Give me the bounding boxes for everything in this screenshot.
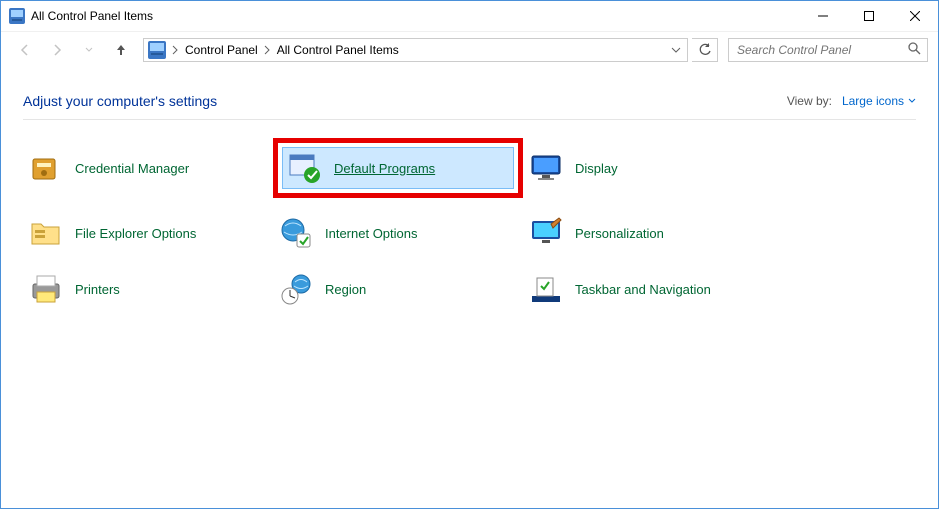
internet-options-icon bbox=[279, 216, 313, 250]
search-icon[interactable] bbox=[907, 41, 921, 58]
item-default-programs[interactable]: Default Programs bbox=[282, 147, 514, 189]
breadcrumb-all-items[interactable]: All Control Panel Items bbox=[273, 39, 403, 61]
refresh-button[interactable] bbox=[692, 38, 718, 62]
item-label: Credential Manager bbox=[75, 161, 189, 176]
chevron-right-icon[interactable] bbox=[262, 45, 273, 55]
personalization-icon bbox=[529, 216, 563, 250]
item-label: Region bbox=[325, 282, 366, 297]
chevron-down-icon[interactable] bbox=[667, 46, 685, 54]
credential-manager-icon bbox=[29, 151, 63, 185]
highlight-annotation: Default Programs bbox=[273, 138, 523, 198]
control-panel-icon bbox=[148, 41, 166, 59]
control-panel-window: All Control Panel Items bbox=[0, 0, 939, 509]
close-button[interactable] bbox=[892, 1, 938, 31]
maximize-button[interactable] bbox=[846, 1, 892, 31]
address-bar[interactable]: Control Panel All Control Panel Items bbox=[143, 38, 688, 62]
search-box[interactable] bbox=[728, 38, 928, 62]
minimize-button[interactable] bbox=[800, 1, 846, 31]
item-display[interactable]: Display bbox=[523, 138, 773, 198]
view-by-label: View by: bbox=[787, 94, 832, 108]
taskbar-navigation-icon bbox=[529, 272, 563, 306]
item-personalization[interactable]: Personalization bbox=[523, 212, 773, 254]
divider bbox=[23, 119, 916, 120]
item-label: Internet Options bbox=[325, 226, 418, 241]
titlebar: All Control Panel Items bbox=[1, 1, 938, 31]
up-button[interactable] bbox=[107, 36, 135, 64]
item-label: Printers bbox=[75, 282, 120, 297]
search-input[interactable] bbox=[735, 42, 907, 58]
item-taskbar-navigation[interactable]: Taskbar and Navigation bbox=[523, 268, 773, 310]
region-icon bbox=[279, 272, 313, 306]
item-label: File Explorer Options bbox=[75, 226, 196, 241]
item-printers[interactable]: Printers bbox=[23, 268, 273, 310]
forward-button[interactable] bbox=[43, 36, 71, 64]
view-by-value: Large icons bbox=[842, 94, 904, 108]
back-button[interactable] bbox=[11, 36, 39, 64]
content-header: Adjust your computer's settings View by:… bbox=[23, 93, 916, 109]
titlebar-left: All Control Panel Items bbox=[9, 8, 153, 24]
view-by-dropdown[interactable]: Large icons bbox=[842, 94, 916, 108]
item-label: Personalization bbox=[575, 226, 664, 241]
content-area: Adjust your computer's settings View by:… bbox=[1, 67, 938, 508]
item-label: Display bbox=[575, 161, 618, 176]
breadcrumb-control-panel[interactable]: Control Panel bbox=[181, 39, 262, 61]
chevron-down-icon bbox=[908, 98, 916, 104]
default-programs-icon bbox=[288, 151, 322, 185]
item-region[interactable]: Region bbox=[273, 268, 523, 310]
items-grid: Credential Manager Default Programs Disp… bbox=[23, 138, 916, 310]
titlebar-controls bbox=[800, 1, 938, 31]
printers-icon bbox=[29, 272, 63, 306]
page-heading: Adjust your computer's settings bbox=[23, 93, 217, 109]
recent-dropdown-icon[interactable] bbox=[75, 36, 103, 64]
chevron-right-icon[interactable] bbox=[170, 45, 181, 55]
window-title: All Control Panel Items bbox=[31, 9, 153, 23]
navigation-bar: Control Panel All Control Panel Items bbox=[1, 31, 938, 67]
display-icon bbox=[529, 151, 563, 185]
item-label: Default Programs bbox=[334, 161, 435, 176]
item-internet-options[interactable]: Internet Options bbox=[273, 212, 523, 254]
file-explorer-options-icon bbox=[29, 216, 63, 250]
item-label: Taskbar and Navigation bbox=[575, 282, 711, 297]
control-panel-icon bbox=[9, 8, 25, 24]
item-file-explorer-options[interactable]: File Explorer Options bbox=[23, 212, 273, 254]
view-by-control: View by: Large icons bbox=[787, 94, 916, 108]
item-credential-manager[interactable]: Credential Manager bbox=[23, 138, 273, 198]
